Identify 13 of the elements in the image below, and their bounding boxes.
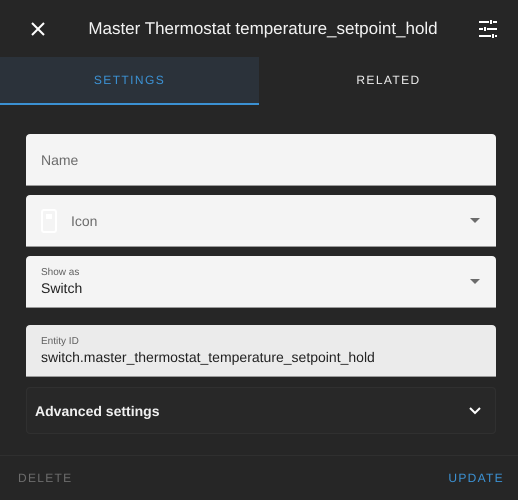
icon-select-field[interactable]: Icon xyxy=(26,195,496,247)
advanced-settings-expander[interactable]: Advanced settings xyxy=(26,387,496,434)
sliders-icon xyxy=(478,20,498,38)
chevron-icon xyxy=(469,406,481,414)
tab[interactable]: RELATED xyxy=(259,57,518,105)
dialog-title: Master Thermostat temperature_setpoint_hold xyxy=(87,18,439,38)
select-field[interactable]: Show as Switch xyxy=(26,256,496,308)
update-button[interactable]: UPDATE xyxy=(438,465,514,491)
close-icon xyxy=(30,20,46,36)
dropdown-caret-icon xyxy=(470,279,480,284)
text-field[interactable]: Name xyxy=(26,134,496,186)
tab[interactable]: SETTINGS xyxy=(0,57,259,105)
dropdown-caret-icon xyxy=(470,218,480,223)
